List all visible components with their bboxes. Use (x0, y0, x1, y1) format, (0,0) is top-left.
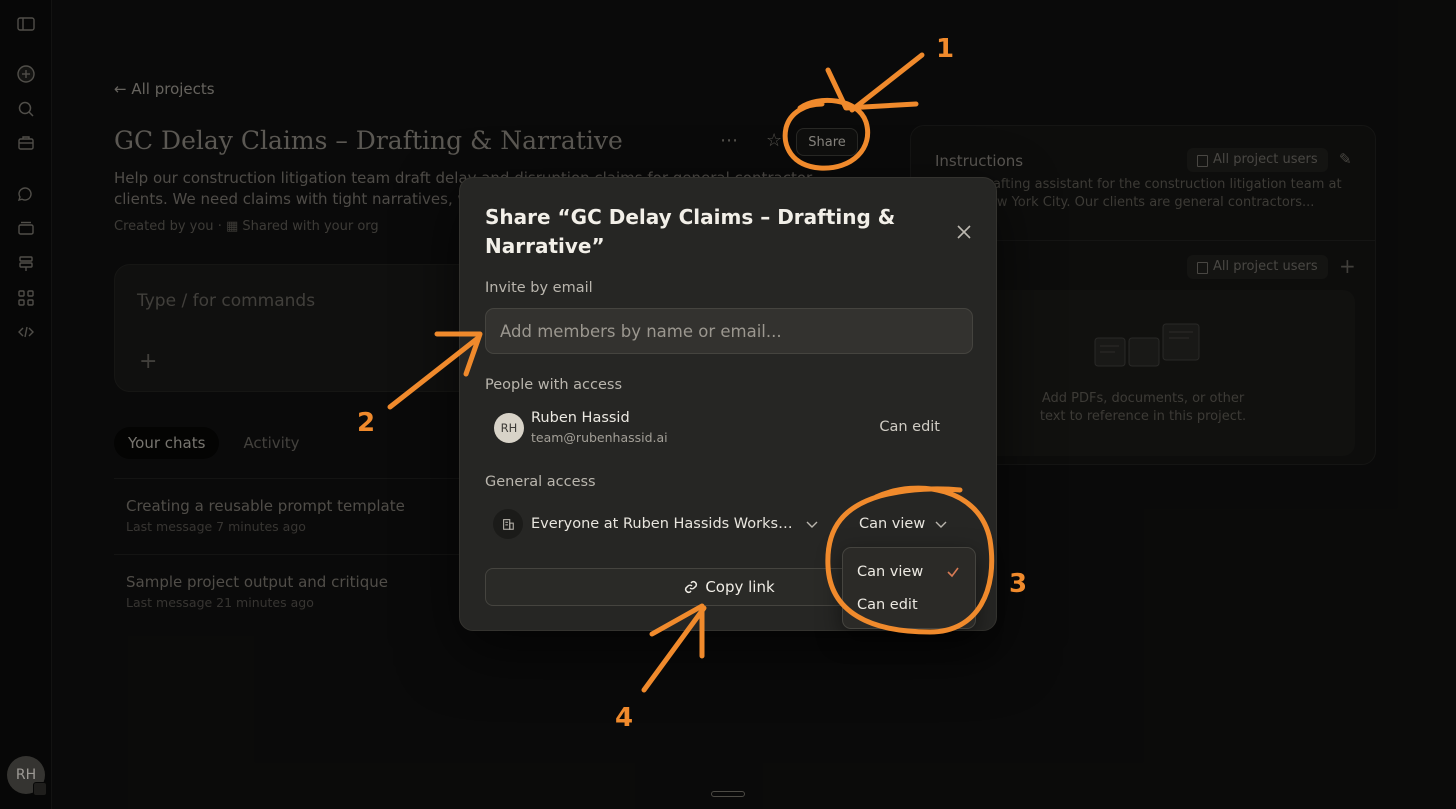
annotation-number-1: 1 (936, 34, 955, 64)
annotation-number-4: 4 (615, 703, 634, 733)
chevron-down-icon[interactable] (805, 519, 819, 529)
avatar: RH (494, 413, 524, 443)
annotation-number-3: 3 (1009, 569, 1028, 599)
copy-link-label: Copy link (705, 578, 775, 596)
general-access-row: Everyone at Ruben Hassids Workspace Can … (485, 508, 973, 542)
person-role-select[interactable]: Can edit (879, 419, 940, 435)
link-icon (685, 580, 698, 594)
check-icon (947, 567, 959, 578)
person-email: team@rubenhassid.ai (531, 430, 668, 445)
general-access-label: General access (485, 474, 596, 490)
person-row: RH Ruben Hassid team@rubenhassid.ai Can … (485, 408, 973, 450)
option-label: Can view (857, 564, 924, 580)
invite-label: Invite by email (485, 280, 593, 296)
building-icon (493, 509, 523, 539)
option-can-view[interactable]: Can view (843, 557, 975, 587)
general-access-scope-select[interactable]: Everyone at Ruben Hassids Workspace (531, 516, 793, 532)
option-label: Can edit (857, 597, 918, 613)
people-label: People with access (485, 377, 623, 393)
person-name: Ruben Hassid (531, 410, 630, 426)
dialog-title: Share “GC Delay Claims – Drafting & Narr… (485, 205, 896, 258)
option-can-edit[interactable]: Can edit (843, 590, 975, 620)
invite-email-input[interactable] (485, 308, 973, 354)
annotation-number-2: 2 (357, 408, 376, 438)
chevron-down-icon[interactable] (934, 519, 948, 529)
close-icon[interactable] (954, 222, 974, 242)
general-permission-select[interactable]: Can view (859, 516, 925, 532)
permission-dropdown: Can view Can edit (842, 547, 976, 629)
